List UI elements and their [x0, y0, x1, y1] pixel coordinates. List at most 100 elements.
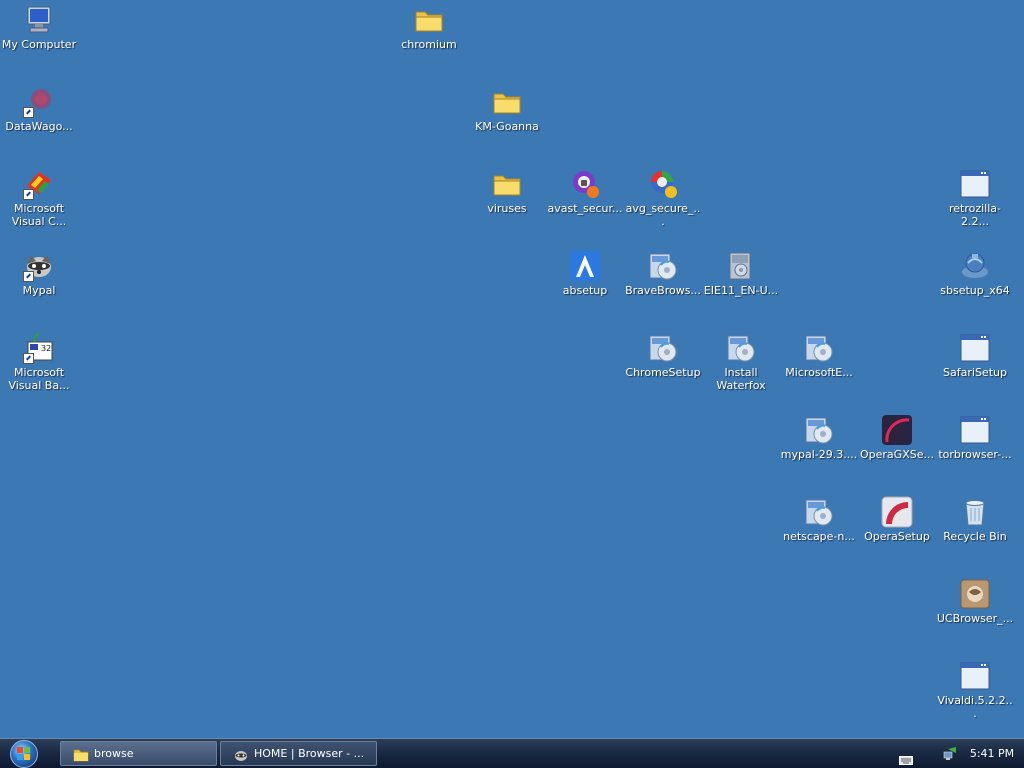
- desktop-icon-label: avast_secur...: [547, 202, 623, 215]
- desktop-icon-label: UCBrowser_...: [936, 612, 1014, 625]
- mypal-raccoon-icon: [233, 747, 249, 761]
- desktop-icon-label: KM-Goanna: [475, 120, 539, 133]
- desktop-icon-label: ChromeSetup: [625, 366, 701, 379]
- desktop-icon-label: Vivaldi.5.2.2...: [937, 694, 1013, 720]
- desktop-icon-my-computer[interactable]: My Computer: [0, 2, 78, 78]
- visual-basic-icon: 32: [23, 332, 55, 364]
- desktop-icon-label: absetup: [562, 284, 608, 297]
- shortcut-arrow-icon: [23, 189, 34, 200]
- desktop-icon-label: torbrowser-...: [938, 448, 1012, 461]
- shortcut-arrow-icon: [23, 353, 34, 364]
- start-button[interactable]: [6, 739, 44, 768]
- shortcut-arrow-icon: [23, 271, 34, 282]
- desktop-icon-label: mypal-29.3....: [780, 448, 858, 461]
- desktop-icon-microsoft-visual-c[interactable]: Microsoft Visual C...: [0, 166, 78, 242]
- windows-flag-icon: [17, 747, 31, 760]
- installer-icon: [725, 332, 757, 364]
- opera-gx-icon: [881, 414, 913, 446]
- folder-icon: [413, 4, 445, 36]
- sbsetup-icon: [959, 250, 991, 282]
- desktop-icon-label: retrozilla-2.2...: [948, 202, 1002, 228]
- ie-installer-icon: [725, 250, 757, 282]
- window-app-icon: [959, 168, 991, 200]
- datawagon-icon: [23, 86, 55, 118]
- recycle-bin-icon: [959, 496, 991, 528]
- folder-icon: [491, 168, 523, 200]
- window-app-icon: [959, 414, 991, 446]
- desktop-icon-safarisetup[interactable]: SafariSetup: [936, 330, 1014, 406]
- desktop-icon-ucbrowser[interactable]: UCBrowser_...: [936, 576, 1014, 652]
- system-tray: 5:41 PM: [890, 739, 1024, 768]
- taskbar: browse HOME | Browser - ... 5:41 PM: [0, 738, 1024, 768]
- shortcut-arrow-icon: [23, 107, 34, 118]
- desktop-icon-label: EIE11_EN-U...: [703, 284, 779, 297]
- desktop-icon-recycle-bin[interactable]: Recycle Bin: [936, 494, 1014, 570]
- avg-icon: [647, 168, 679, 200]
- desktop-icon-operasetup[interactable]: OperaSetup: [858, 494, 936, 570]
- opera-icon: [881, 496, 913, 528]
- desktop-icon-netscape[interactable]: netscape-n...: [780, 494, 858, 570]
- desktop-icon-retrozilla[interactable]: retrozilla-2.2...: [936, 166, 1014, 242]
- desktop-icon-label: MicrosoftE...: [785, 366, 853, 379]
- desktop-icon-viruses[interactable]: viruses: [468, 166, 546, 242]
- desktop-icon-label: Mypal: [22, 284, 56, 297]
- desktop-icon-datawagon[interactable]: DataWago...: [0, 84, 78, 160]
- desktop-icon-label: Install Waterfox: [716, 366, 766, 392]
- folder-icon: [73, 747, 89, 762]
- desktop-icon-chromium[interactable]: chromium: [390, 2, 468, 78]
- desktop-icon-microsoft-visual-basic[interactable]: 32 Microsoft Visual Ba...: [0, 330, 78, 406]
- window-app-icon: [959, 660, 991, 692]
- ucbrowser-icon: [959, 578, 991, 610]
- mypal-raccoon-icon: [23, 250, 55, 282]
- svg-text:32: 32: [41, 344, 51, 353]
- desktop-icon-label: My Computer: [1, 38, 77, 51]
- desktop-icon-label: Microsoft Visual Ba...: [8, 366, 70, 392]
- desktop-icon-eie11[interactable]: EIE11_EN-U...: [702, 248, 780, 324]
- desktop-icon-label: avg_secure_...: [625, 202, 701, 228]
- visual-c-icon: [23, 168, 55, 200]
- keyboard-icon[interactable]: [899, 750, 913, 765]
- taskbar-item-label: HOME | Browser - ...: [254, 747, 365, 760]
- desktop-icon-chromesetup[interactable]: ChromeSetup: [624, 330, 702, 406]
- taskbar-item-browse[interactable]: browse: [60, 741, 217, 766]
- desktop-icon-sbsetup[interactable]: sbsetup_x64: [936, 248, 1014, 324]
- desktop-icon-km-goanna[interactable]: KM-Goanna: [468, 84, 546, 160]
- desktop-icon-mypal[interactable]: Mypal: [0, 248, 78, 324]
- desktop-icon-label: DataWago...: [5, 120, 73, 133]
- installer-icon: [647, 332, 679, 364]
- network-icon[interactable]: [942, 746, 958, 762]
- avast-icon: [569, 168, 601, 200]
- folder-icon: [491, 86, 523, 118]
- taskbar-item-label: browse: [94, 747, 134, 760]
- desktop-icon-label: chromium: [401, 38, 457, 51]
- desktop-icon-operagx-setup[interactable]: OperaGXSe...: [858, 412, 936, 488]
- desktop-icon-vivaldi[interactable]: Vivaldi.5.2.2...: [936, 658, 1014, 734]
- desktop-icon-avg-secure[interactable]: avg_secure_...: [624, 166, 702, 242]
- desktop-icon-install-waterfox[interactable]: Install Waterfox: [702, 330, 780, 406]
- desktop-icon-bravebrowser[interactable]: BraveBrows...: [624, 248, 702, 324]
- desktop: My Computer chromium DataWago... KM-Goan…: [0, 0, 1024, 738]
- desktop-icon-label: SafariSetup: [943, 366, 1007, 379]
- installer-icon: [647, 250, 679, 282]
- computer-icon: [23, 4, 55, 36]
- desktop-icon-microsoftedge[interactable]: MicrosoftE...: [780, 330, 858, 406]
- desktop-icon-label: OperaSetup: [864, 530, 930, 543]
- absetup-icon: [569, 250, 601, 282]
- desktop-icon-label: viruses: [487, 202, 527, 215]
- installer-icon: [803, 332, 835, 364]
- desktop-icon-label: sbsetup_x64: [940, 284, 1010, 297]
- desktop-icon-torbrowser[interactable]: torbrowser-...: [936, 412, 1014, 488]
- desktop-icon-absetup[interactable]: absetup: [546, 248, 624, 324]
- desktop-icon-label: Microsoft Visual C...: [11, 202, 67, 228]
- desktop-icon-mypal-installer[interactable]: mypal-29.3....: [780, 412, 858, 488]
- desktop-icon-label: Recycle Bin: [943, 530, 1007, 543]
- desktop-icon-avast-secure[interactable]: avast_secur...: [546, 166, 624, 242]
- desktop-icon-label: BraveBrows...: [625, 284, 701, 297]
- desktop-icon-label: OperaGXSe...: [860, 448, 934, 461]
- clock[interactable]: 5:41 PM: [967, 739, 1017, 768]
- desktop-icon-label: netscape-n...: [783, 530, 855, 543]
- installer-icon: [803, 414, 835, 446]
- window-app-icon: [959, 332, 991, 364]
- installer-icon: [803, 496, 835, 528]
- taskbar-item-home-browser[interactable]: HOME | Browser - ...: [220, 741, 377, 766]
